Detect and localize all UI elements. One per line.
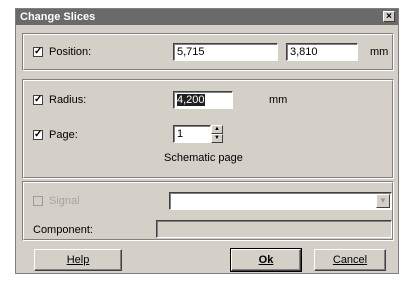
signal-checkbox-row[interactable]: Signal (33, 195, 80, 207)
page-checkbox-row[interactable]: ✓ Page: (33, 129, 78, 141)
radius-unit: mm (269, 94, 288, 106)
page-sublabel: Schematic page (164, 152, 243, 164)
cancel-button[interactable]: Cancel (314, 249, 386, 271)
signal-label: Signal (49, 195, 80, 207)
position-unit: mm (370, 46, 389, 58)
radius-checkbox-row[interactable]: ✓ Radius: (33, 94, 86, 106)
position-checkbox[interactable]: ✓ (33, 47, 43, 57)
component-label: Component: (33, 224, 93, 236)
position-x-value: 5,715 (177, 46, 205, 58)
signal-dropdown[interactable]: ▼ (169, 192, 392, 210)
page-spinner[interactable]: ▲ ▼ (211, 125, 223, 143)
radius-page-group: ✓ Radius: 4,200 mm ✓ Page: 1 ▲ ▼ Schemat… (22, 79, 394, 179)
position-x-input[interactable]: 5,715 (173, 43, 278, 61)
change-slices-dialog: Change Slices × ✓ Position: 5,715 | 3,81… (15, 8, 399, 274)
help-button-label: Help (66, 254, 90, 266)
page-value: 1 (177, 128, 184, 140)
position-group: ✓ Position: 5,715 | 3,810 mm (22, 33, 394, 71)
spin-down-icon[interactable]: ▼ (211, 134, 223, 143)
position-checkbox-row[interactable]: ✓ Position: (33, 46, 91, 58)
spin-up-icon[interactable]: ▲ (211, 125, 223, 134)
position-label: Position: (49, 46, 92, 58)
cancel-button-label: Cancel (332, 254, 368, 266)
help-button[interactable]: Help (34, 249, 122, 271)
radius-checkbox[interactable]: ✓ (33, 95, 43, 105)
ok-button[interactable]: Ok (230, 248, 302, 272)
signal-group: Signal ▼ Component: (22, 181, 394, 241)
page-label: Page: (49, 129, 78, 141)
position-y-value: 3,810 (290, 46, 318, 58)
component-field (156, 220, 392, 238)
ok-button-label: Ok (258, 254, 274, 266)
radius-input[interactable]: 4,200 (173, 91, 233, 109)
title-bar: Change Slices × (16, 9, 398, 25)
radius-label: Radius: (49, 94, 87, 106)
signal-checkbox[interactable] (33, 196, 43, 206)
close-button[interactable]: × (383, 11, 395, 22)
radius-value: 4,200 (177, 94, 205, 106)
page-checkbox[interactable]: ✓ (33, 130, 43, 140)
dropdown-arrow-icon[interactable]: ▼ (376, 194, 390, 208)
position-y-input[interactable]: 3,810 (286, 43, 358, 61)
page-input[interactable]: 1 (173, 125, 211, 143)
window-title: Change Slices (20, 11, 96, 23)
